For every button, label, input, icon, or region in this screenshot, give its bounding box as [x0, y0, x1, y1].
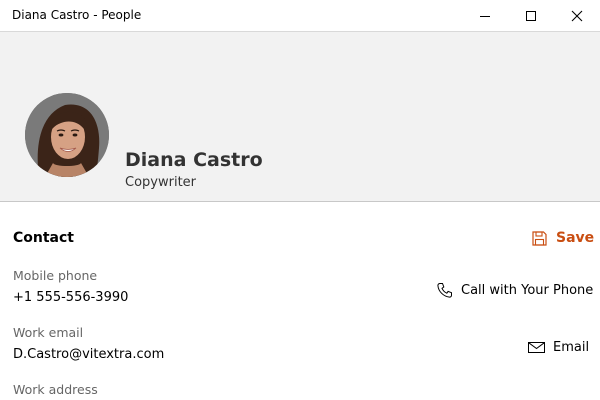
- call-with-phone-button[interactable]: Call with Your Phone: [436, 280, 593, 300]
- maximize-icon: [526, 10, 536, 21]
- window-title: Diana Castro - People: [12, 8, 142, 22]
- section-title-contact: Contact: [13, 230, 74, 246]
- avatar[interactable]: [25, 93, 109, 177]
- mobile-phone-label: Mobile phone: [13, 268, 98, 283]
- minimize-button[interactable]: [462, 0, 508, 31]
- minimize-icon: [480, 15, 490, 17]
- people-window: Diana Castro - People Diana Castro Copyw…: [0, 0, 600, 400]
- save-icon: [532, 230, 547, 246]
- save-label: Save: [556, 230, 595, 246]
- work-email-label: Work email: [13, 325, 84, 340]
- profile-photo: [25, 93, 109, 177]
- save-button[interactable]: Save: [532, 228, 594, 248]
- profile-header: Diana Castro Copywriter: [0, 32, 600, 202]
- work-address-label: Work address: [13, 382, 98, 397]
- mobile-phone-value[interactable]: +1 555-556-3990: [13, 290, 128, 305]
- call-with-phone-label: Call with Your Phone: [461, 282, 594, 298]
- title-bar: Diana Castro - People: [0, 0, 600, 32]
- work-email-value[interactable]: D.Castro@vitextra.com: [13, 347, 164, 362]
- maximize-button[interactable]: [508, 0, 554, 31]
- email-label: Email: [553, 339, 590, 355]
- email-button[interactable]: Email: [528, 337, 589, 357]
- close-icon: [571, 10, 583, 21]
- contact-name: Diana Castro: [125, 149, 263, 171]
- envelope-icon: [528, 341, 545, 354]
- close-button[interactable]: [554, 0, 600, 31]
- contact-role: Copywriter: [125, 175, 197, 190]
- phone-icon: [436, 282, 453, 299]
